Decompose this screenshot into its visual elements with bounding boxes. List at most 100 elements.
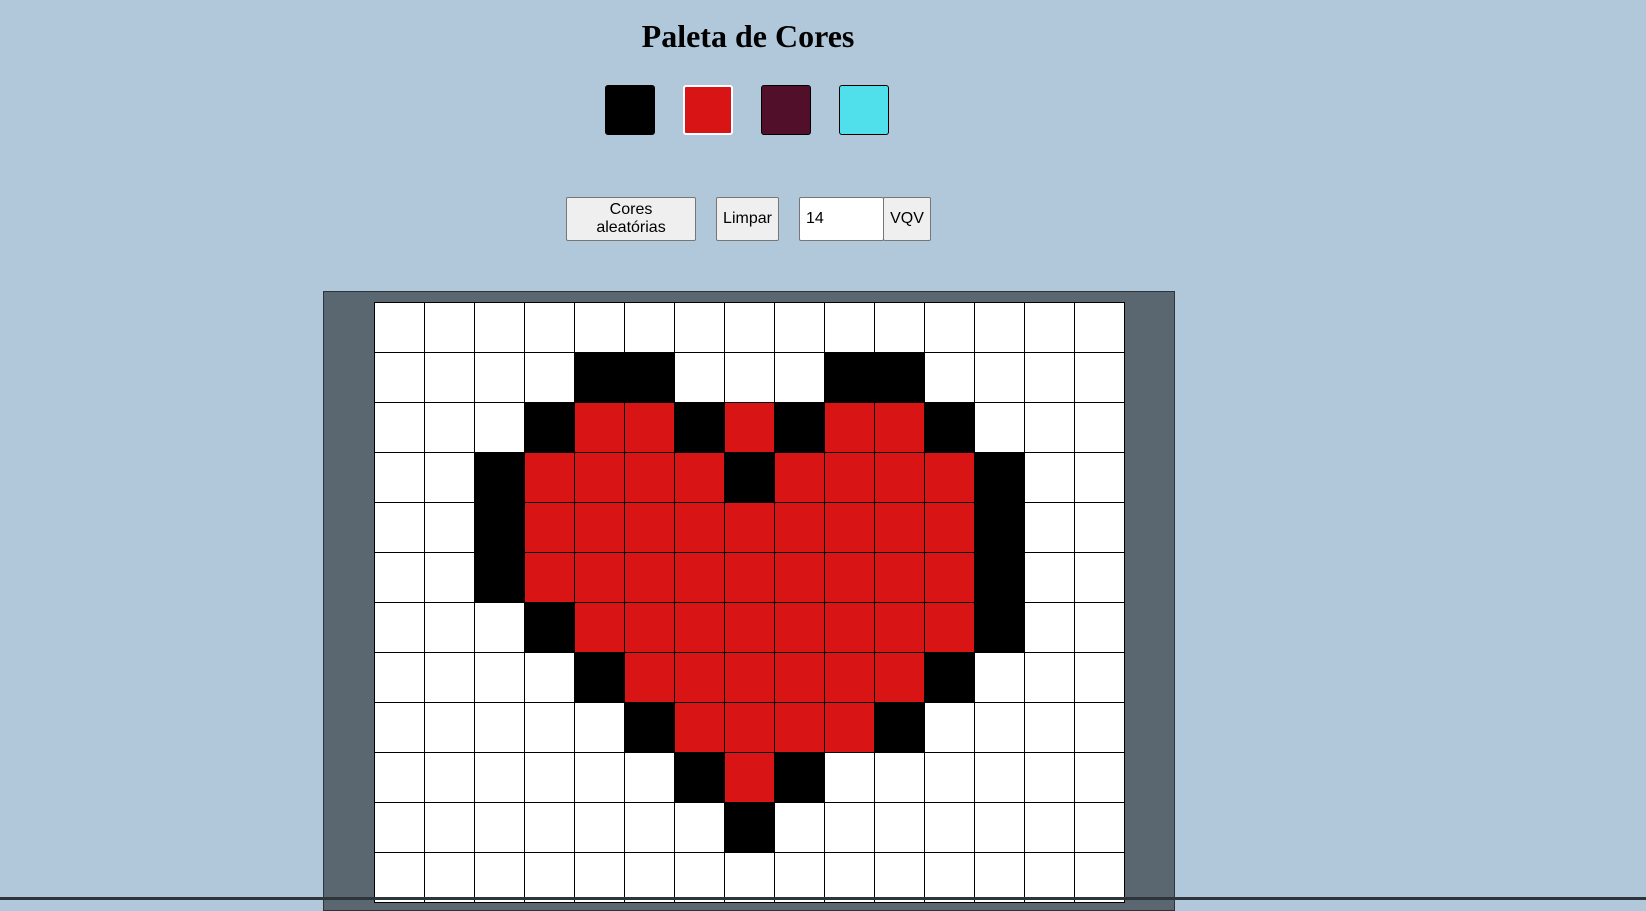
palette-swatch[interactable]: [683, 85, 733, 135]
pixel-cell[interactable]: [774, 452, 825, 503]
pixel-cell[interactable]: [724, 602, 775, 653]
pixel-cell[interactable]: [424, 502, 475, 553]
pixel-cell[interactable]: [674, 702, 725, 753]
pixel-cell[interactable]: [724, 702, 775, 753]
pixel-cell[interactable]: [774, 302, 825, 353]
pixel-cell[interactable]: [524, 452, 575, 503]
pixel-cell[interactable]: [874, 302, 925, 353]
pixel-cell[interactable]: [374, 402, 425, 453]
pixel-cell[interactable]: [474, 602, 525, 653]
pixel-cell[interactable]: [874, 502, 925, 553]
pixel-cell[interactable]: [1024, 852, 1075, 903]
pixel-cell[interactable]: [1024, 602, 1075, 653]
pixel-cell[interactable]: [874, 602, 925, 653]
pixel-cell[interactable]: [424, 752, 475, 803]
pixel-cell[interactable]: [624, 552, 675, 603]
pixel-cell[interactable]: [574, 402, 625, 453]
pixel-cell[interactable]: [424, 552, 475, 603]
pixel-cell[interactable]: [974, 852, 1025, 903]
pixel-cell[interactable]: [874, 652, 925, 703]
pixel-cell[interactable]: [824, 502, 875, 553]
pixel-cell[interactable]: [924, 802, 975, 853]
pixel-cell[interactable]: [874, 702, 925, 753]
pixel-cell[interactable]: [524, 652, 575, 703]
pixel-cell[interactable]: [1074, 452, 1125, 503]
pixel-cell[interactable]: [674, 502, 725, 553]
pixel-cell[interactable]: [924, 652, 975, 703]
pixel-cell[interactable]: [524, 702, 575, 753]
pixel-cell[interactable]: [974, 452, 1025, 503]
pixel-cell[interactable]: [1024, 702, 1075, 753]
pixel-cell[interactable]: [924, 702, 975, 753]
pixel-cell[interactable]: [374, 702, 425, 753]
pixel-cell[interactable]: [774, 352, 825, 403]
pixel-cell[interactable]: [1074, 602, 1125, 653]
pixel-cell[interactable]: [474, 502, 525, 553]
pixel-cell[interactable]: [374, 552, 425, 603]
pixel-cell[interactable]: [824, 802, 875, 853]
pixel-cell[interactable]: [724, 452, 775, 503]
pixel-cell[interactable]: [1074, 352, 1125, 403]
pixel-cell[interactable]: [524, 302, 575, 353]
pixel-cell[interactable]: [574, 302, 625, 353]
pixel-cell[interactable]: [574, 352, 625, 403]
pixel-cell[interactable]: [924, 752, 975, 803]
pixel-cell[interactable]: [824, 602, 875, 653]
pixel-cell[interactable]: [874, 852, 925, 903]
board-size-input[interactable]: [799, 197, 884, 241]
pixel-cell[interactable]: [724, 352, 775, 403]
pixel-cell[interactable]: [974, 502, 1025, 553]
pixel-cell[interactable]: [1024, 502, 1075, 553]
pixel-cell[interactable]: [474, 802, 525, 853]
pixel-cell[interactable]: [374, 602, 425, 653]
pixel-cell[interactable]: [724, 402, 775, 453]
pixel-cell[interactable]: [824, 402, 875, 453]
pixel-cell[interactable]: [624, 402, 675, 453]
pixel-cell[interactable]: [724, 652, 775, 703]
pixel-cell[interactable]: [974, 702, 1025, 753]
pixel-cell[interactable]: [774, 752, 825, 803]
pixel-cell[interactable]: [474, 552, 525, 603]
pixel-cell[interactable]: [1074, 502, 1125, 553]
pixel-cell[interactable]: [574, 502, 625, 553]
pixel-cell[interactable]: [624, 302, 675, 353]
pixel-cell[interactable]: [774, 552, 825, 603]
palette-swatch[interactable]: [839, 85, 889, 135]
pixel-cell[interactable]: [524, 502, 575, 553]
pixel-cell[interactable]: [874, 802, 925, 853]
pixel-cell[interactable]: [774, 402, 825, 453]
pixel-cell[interactable]: [674, 752, 725, 803]
pixel-cell[interactable]: [374, 302, 425, 353]
pixel-cell[interactable]: [924, 552, 975, 603]
pixel-cell[interactable]: [674, 302, 725, 353]
pixel-cell[interactable]: [424, 652, 475, 703]
pixel-cell[interactable]: [624, 352, 675, 403]
pixel-cell[interactable]: [424, 852, 475, 903]
pixel-cell[interactable]: [924, 502, 975, 553]
pixel-cell[interactable]: [824, 702, 875, 753]
pixel-cell[interactable]: [374, 502, 425, 553]
pixel-cell[interactable]: [524, 402, 575, 453]
palette-swatch[interactable]: [605, 85, 655, 135]
pixel-cell[interactable]: [874, 402, 925, 453]
pixel-cell[interactable]: [474, 352, 525, 403]
pixel-cell[interactable]: [824, 552, 875, 603]
pixel-cell[interactable]: [774, 602, 825, 653]
pixel-cell[interactable]: [924, 852, 975, 903]
pixel-cell[interactable]: [924, 302, 975, 353]
pixel-cell[interactable]: [424, 402, 475, 453]
pixel-cell[interactable]: [624, 652, 675, 703]
pixel-cell[interactable]: [824, 302, 875, 353]
pixel-cell[interactable]: [774, 852, 825, 903]
pixel-cell[interactable]: [624, 852, 675, 903]
pixel-cell[interactable]: [524, 552, 575, 603]
pixel-cell[interactable]: [574, 652, 625, 703]
pixel-cell[interactable]: [524, 352, 575, 403]
pixel-cell[interactable]: [974, 752, 1025, 803]
pixel-cell[interactable]: [924, 352, 975, 403]
pixel-cell[interactable]: [424, 802, 475, 853]
pixel-cell[interactable]: [974, 402, 1025, 453]
pixel-cell[interactable]: [1074, 652, 1125, 703]
pixel-cell[interactable]: [1074, 802, 1125, 853]
pixel-cell[interactable]: [1074, 752, 1125, 803]
